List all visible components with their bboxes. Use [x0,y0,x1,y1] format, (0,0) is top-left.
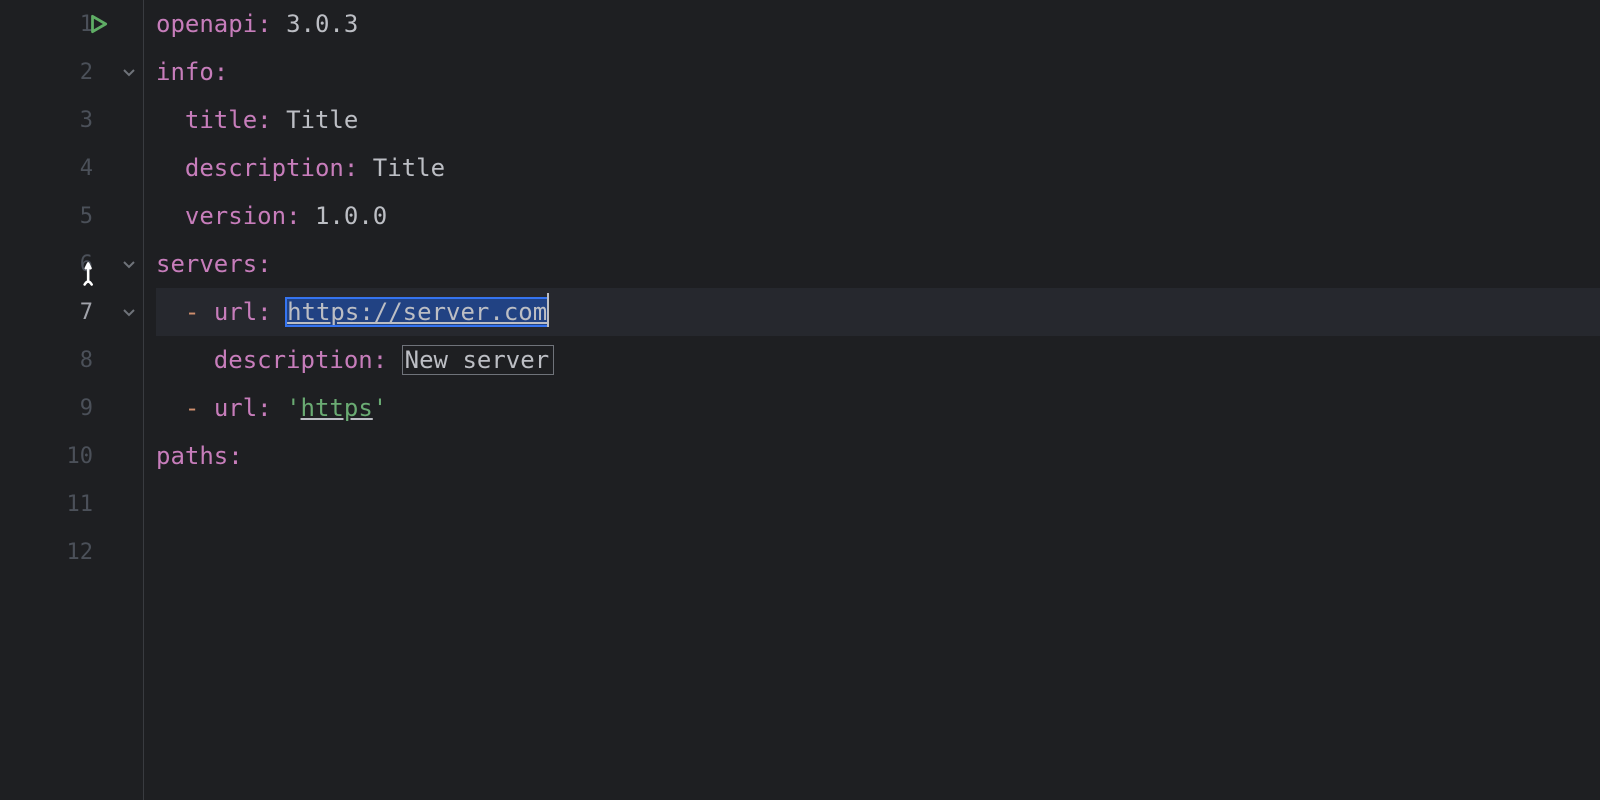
code-line[interactable] [156,528,1600,576]
gutter-row: 5 [0,192,143,240]
code-line[interactable]: servers: [156,240,1600,288]
text-caret [547,293,549,327]
yaml-key: title [185,106,257,134]
yaml-dash: - [185,298,199,326]
gutter-row: 7 [0,288,143,336]
yaml-quote: ' [373,394,387,422]
line-number: 9 [61,396,93,421]
yaml-value: https [301,394,373,422]
code-line[interactable]: title: Title [156,96,1600,144]
code-line[interactable]: - url: https://server.com [156,288,1600,336]
line-number: 8 [61,348,93,373]
yaml-key: url [214,394,257,422]
code-line[interactable]: info: [156,48,1600,96]
line-number: 10 [61,444,93,469]
yaml-key: version [185,202,286,230]
gutter-row: 11 [0,480,143,528]
code-line[interactable]: paths: [156,432,1600,480]
yaml-key: description [185,154,344,182]
gutter: 1 2 3 4 5 6 7 [0,0,144,800]
code-line[interactable]: description: Title [156,144,1600,192]
yaml-value: 1.0.0 [315,202,387,230]
yaml-key: servers [156,250,257,278]
yaml-key: paths [156,442,228,470]
code-content[interactable]: openapi: 3.0.3 info: title: Title descri… [144,0,1600,800]
line-number: 7 [61,300,93,325]
gutter-row: 9 [0,384,143,432]
line-number: 5 [61,204,93,229]
yaml-key: info [156,58,214,86]
selected-url: https://server.com [286,298,548,326]
code-line[interactable]: openapi: 3.0.3 [156,0,1600,48]
line-number: 2 [61,60,93,85]
yaml-value: 3.0.3 [286,10,358,38]
code-line[interactable]: description: New server [156,336,1600,384]
line-number: 6 [61,252,93,277]
gutter-row: 4 [0,144,143,192]
chevron-down-icon[interactable] [121,64,137,80]
yaml-key: description [214,346,373,374]
line-number: 3 [61,108,93,133]
yaml-value: Title [286,106,358,134]
template-placeholder[interactable]: New server [402,345,555,375]
gutter-row: 1 [0,0,143,48]
yaml-value: Title [373,154,445,182]
run-icon[interactable] [87,13,109,35]
code-line[interactable]: version: 1.0.0 [156,192,1600,240]
yaml-key: url [214,298,257,326]
line-number: 11 [61,492,93,517]
gutter-row: 8 [0,336,143,384]
code-line[interactable] [156,480,1600,528]
yaml-key: openapi [156,10,257,38]
yaml-quote: ' [286,394,300,422]
code-line[interactable]: - url: 'https' [156,384,1600,432]
gutter-row: 12 [0,528,143,576]
gutter-row: 2 [0,48,143,96]
yaml-dash: - [185,394,199,422]
line-number: 4 [61,156,93,181]
chevron-down-icon[interactable] [121,304,137,320]
chevron-down-icon[interactable] [121,256,137,272]
line-number: 12 [61,540,93,565]
gutter-row: 10 [0,432,143,480]
gutter-row: 3 [0,96,143,144]
gutter-row: 6 [0,240,143,288]
code-editor[interactable]: 1 2 3 4 5 6 7 [0,0,1600,800]
